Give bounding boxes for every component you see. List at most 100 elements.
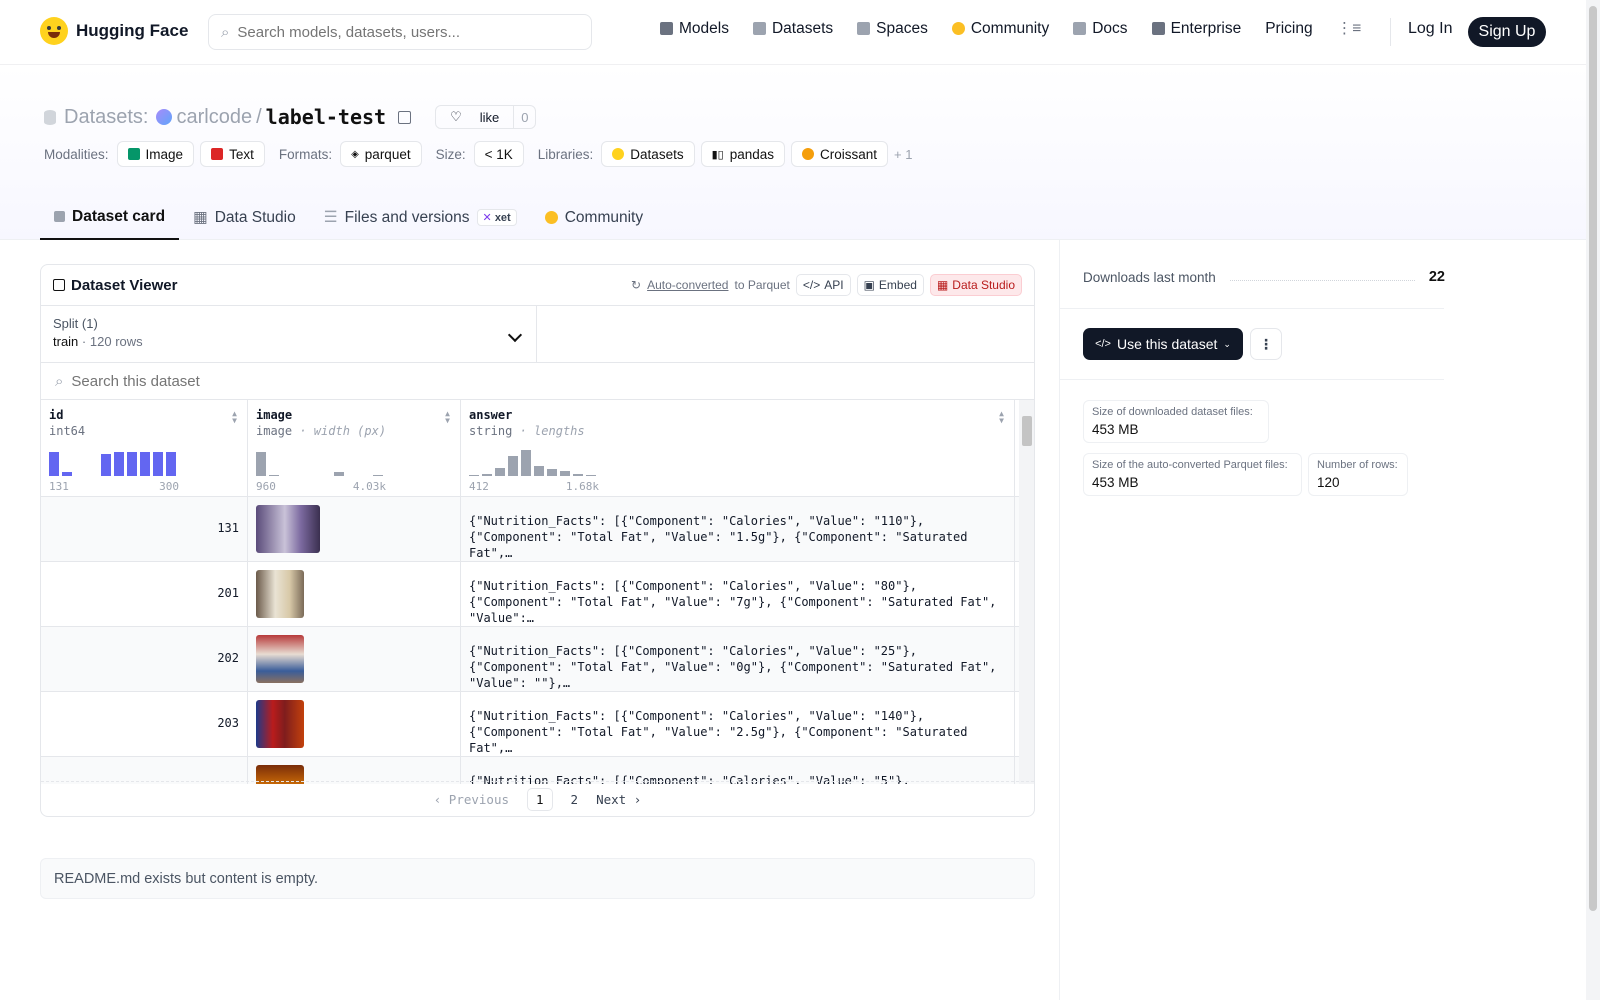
dataset-icon: [44, 109, 56, 125]
page-2[interactable]: 2: [571, 792, 579, 807]
table-icon: ▦: [193, 209, 208, 226]
community-icon: [951, 22, 965, 35]
repo-name[interactable]: label-test: [266, 105, 386, 129]
owner-avatar: [156, 109, 173, 125]
split-selector[interactable]: Split (1) train · 120 rows: [41, 306, 537, 362]
downloads-stat: Downloads last month 22: [1083, 269, 1445, 285]
global-search[interactable]: ⌕: [208, 14, 592, 50]
nav-datasets[interactable]: Datasets: [752, 20, 833, 38]
like-count: 0: [513, 106, 535, 128]
row-thumbnail[interactable]: [256, 570, 304, 618]
downloads-count: 22: [1428, 269, 1445, 285]
nav-menu[interactable]: ⋮≡: [1337, 19, 1362, 38]
path-separator: /: [256, 105, 262, 128]
page-scrollbar[interactable]: [1586, 0, 1600, 1000]
rows-stat: Number of rows: 120: [1308, 453, 1408, 496]
api-button[interactable]: </> API: [795, 274, 851, 296]
tab-community[interactable]: Community: [531, 195, 657, 240]
table-icon: ▦: [936, 278, 949, 292]
previous-button[interactable]: ‹ Previous: [434, 792, 509, 807]
search-icon: ⌕: [55, 372, 64, 390]
row-thumbnail[interactable]: [256, 700, 304, 748]
parquet-icon: ◈: [351, 148, 359, 160]
datasets-prefix[interactable]: Datasets:: [64, 106, 148, 129]
enterprise-icon: [1151, 22, 1165, 35]
tab-files[interactable]: ☰ Files and versions ✕ xet: [310, 195, 531, 240]
tag-datasets[interactable]: Datasets: [601, 141, 695, 167]
column-answer[interactable]: answer string · lengths ▲ ▼ 412 1.68k: [461, 400, 1015, 496]
signup-button[interactable]: Sign Up: [1468, 17, 1546, 47]
data-table: id int64 ▲ ▼ 131 300 image image · width (…: [41, 400, 1034, 784]
tag-text[interactable]: Text: [200, 141, 265, 167]
dataset-search-input[interactable]: [71, 372, 472, 390]
hf-icon: [612, 148, 625, 160]
brand-logo[interactable]: Hugging Face: [40, 17, 188, 45]
readme-notice: README.md exists but content is empty.: [40, 858, 1035, 899]
owner-link[interactable]: carlcode: [176, 106, 252, 129]
table-scrollbar[interactable]: [1019, 400, 1034, 784]
tag-parquet[interactable]: ◈ parquet: [340, 141, 422, 167]
nav-models[interactable]: Models: [660, 20, 729, 38]
kebab-icon: ⋮: [1259, 335, 1273, 352]
split-bar: Split (1) train · 120 rows: [41, 306, 1034, 363]
code-icon: </>: [802, 278, 821, 292]
tab-dataset-card[interactable]: Dataset card: [40, 195, 180, 240]
more-options-button[interactable]: ⋮: [1250, 328, 1282, 360]
sidebar-divider: [1059, 240, 1060, 1000]
histogram-answer: [469, 450, 596, 476]
copy-icon[interactable]: [398, 110, 412, 124]
hugging-face-logo-icon: [40, 17, 68, 45]
column-image[interactable]: image image · width (px) ▲ ▼ 960 4.03k: [248, 400, 461, 496]
nav-pricing[interactable]: Pricing: [1265, 20, 1312, 38]
tag-croissant[interactable]: Croissant: [790, 141, 889, 167]
table-row[interactable]: 131 {"Nutrition_Facts": [{"Component": "…: [41, 497, 1034, 562]
sort-icon[interactable]: ▲ ▼: [232, 410, 237, 425]
dataset-viewer: Dataset Viewer ↻ Auto-converted to Parqu…: [40, 264, 1035, 817]
refresh-icon: ↻: [631, 278, 642, 292]
table-header: id int64 ▲ ▼ 131 300 image image · width (…: [41, 400, 1034, 497]
top-nav: Hugging Face ⌕ Models Datasets Spaces Co…: [0, 0, 1586, 65]
table-row[interactable]: 202 {"Nutrition_Facts": [{"Component": "…: [41, 627, 1034, 692]
auto-converted-link[interactable]: Auto-converted: [647, 278, 728, 292]
row-thumbnail[interactable]: [256, 635, 304, 683]
nav-enterprise[interactable]: Enterprise: [1151, 20, 1241, 38]
dataset-search[interactable]: ⌕: [41, 363, 1034, 400]
like-button[interactable]: ♡ like 0: [435, 105, 537, 129]
row-thumbnail[interactable]: [256, 505, 320, 553]
cube-icon: [660, 22, 673, 35]
embed-button[interactable]: ▣ Embed: [856, 274, 924, 296]
nav-spaces[interactable]: Spaces: [857, 20, 928, 38]
data-studio-button[interactable]: ▦ Data Studio: [929, 274, 1022, 296]
book-icon: [1073, 22, 1087, 35]
table-row[interactable]: {"Nutrition_Facts": [{"Component": "Calo…: [41, 757, 1034, 784]
more-libraries[interactable]: + 1: [894, 147, 912, 162]
grid-icon: [53, 279, 65, 291]
use-dataset-button[interactable]: </> Use this dataset ⌄: [1083, 328, 1243, 360]
text-icon: [211, 148, 224, 160]
tag-image[interactable]: Image: [116, 141, 195, 167]
viewer-header: Dataset Viewer ↻ Auto-converted to Parqu…: [41, 265, 1034, 306]
tag-pandas[interactable]: ▮▯ pandas: [700, 141, 785, 167]
chevron-down-icon: ⌄: [1223, 338, 1231, 349]
viewer-title: Dataset Viewer: [71, 276, 178, 294]
grid-icon: [857, 22, 871, 35]
column-id[interactable]: id int64 ▲ ▼ 131 300: [41, 400, 248, 496]
download-size-stat: Size of downloaded dataset files: 453 MB: [1083, 400, 1269, 443]
login-link[interactable]: Log In: [1408, 20, 1452, 38]
sort-icon[interactable]: ▲ ▼: [999, 410, 1004, 425]
sort-icon[interactable]: ▲ ▼: [445, 410, 450, 425]
heart-icon: ♡: [450, 109, 462, 124]
table-row[interactable]: 201 {"Nutrition_Facts": [{"Component": "…: [41, 562, 1034, 627]
xet-badge: ✕ xet: [476, 209, 517, 226]
table-row[interactable]: 203 {"Nutrition_Facts": [{"Component": "…: [41, 692, 1034, 757]
search-icon: ⌕: [221, 23, 230, 41]
nav-docs[interactable]: Docs: [1073, 20, 1128, 38]
tab-data-studio[interactable]: ▦ Data Studio: [179, 195, 310, 240]
nav-community[interactable]: Community: [951, 20, 1049, 38]
histogram-id: [49, 450, 176, 476]
tag-size[interactable]: < 1K: [473, 141, 524, 167]
page-1[interactable]: 1: [527, 787, 553, 811]
search-input[interactable]: [237, 23, 558, 41]
next-button[interactable]: Next ›: [596, 792, 641, 807]
pagination: ‹ Previous 1 2 Next ›: [41, 781, 1034, 816]
